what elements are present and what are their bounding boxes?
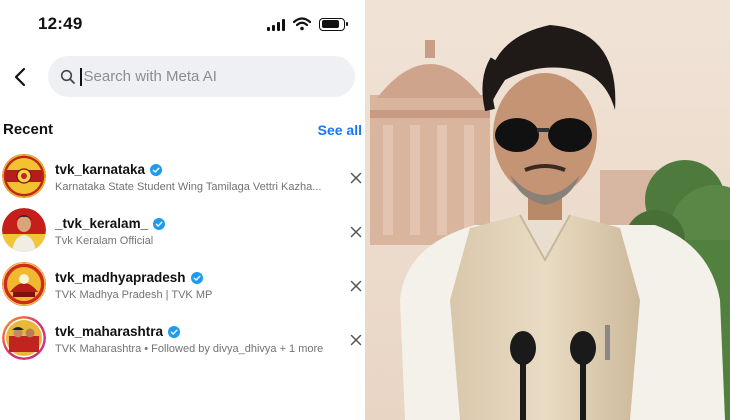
account-subtitle: TVK Maharashtra • Followed by divya_dhiv… xyxy=(55,343,324,355)
item-text: _tvk_keralam_ Tvk Keralam Official xyxy=(55,216,166,247)
search-input[interactable] xyxy=(83,68,324,85)
news-photo xyxy=(365,0,730,420)
username: tvk_karnataka xyxy=(55,162,146,177)
close-icon[interactable] xyxy=(350,226,362,238)
text-cursor xyxy=(80,67,82,86)
list-item[interactable]: _tvk_keralam_ Tvk Keralam Official xyxy=(0,204,365,258)
verified-badge-icon xyxy=(190,271,203,284)
item-text: tvk_karnataka Karnataka State Student Wi… xyxy=(55,162,321,193)
status-bar: 12:49 xyxy=(0,0,365,50)
recent-heading: Recent xyxy=(3,121,54,138)
list-item[interactable]: tvk_madhyapradesh TVK Madhya Pradesh | T… xyxy=(0,258,365,312)
phone-screen: 12:49 Recent See all xyxy=(0,0,365,420)
search-bar[interactable] xyxy=(48,56,355,97)
close-icon[interactable] xyxy=(350,334,362,346)
username-row: tvk_maharashtra xyxy=(55,324,323,339)
verified-badge-icon xyxy=(168,325,181,338)
back-arrow-icon xyxy=(14,67,26,87)
username: tvk_madhyapradesh xyxy=(55,270,186,285)
close-icon[interactable] xyxy=(350,172,362,184)
list-item[interactable]: tvk_maharashtra TVK Maharashtra • Follow… xyxy=(0,312,365,366)
back-button[interactable] xyxy=(6,62,34,92)
status-icons xyxy=(267,17,348,31)
wifi-icon xyxy=(293,17,311,31)
account-subtitle: Karnataka State Student Wing Tamilaga Ve… xyxy=(55,181,322,193)
battery-fill xyxy=(321,20,340,28)
avatar xyxy=(2,154,46,198)
username-row: tvk_karnataka xyxy=(55,162,321,177)
verified-badge-icon xyxy=(153,217,166,230)
close-icon[interactable] xyxy=(350,280,362,292)
verified-badge-icon xyxy=(150,163,163,176)
username: _tvk_keralam_ xyxy=(55,216,149,231)
recent-list: tvk_karnataka Karnataka State Student Wi… xyxy=(0,150,365,366)
avatar xyxy=(2,262,46,306)
avatar xyxy=(2,316,46,360)
username-row: _tvk_keralam_ xyxy=(55,216,166,231)
item-text: tvk_maharashtra TVK Maharashtra • Follow… xyxy=(55,324,323,355)
item-text: tvk_madhyapradesh TVK Madhya Pradesh | T… xyxy=(55,270,212,301)
list-item[interactable]: tvk_karnataka Karnataka State Student Wi… xyxy=(0,150,365,204)
username-row: tvk_madhyapradesh xyxy=(55,270,212,285)
battery-icon xyxy=(319,17,348,31)
see-all-link[interactable]: See all xyxy=(318,122,362,138)
status-time: 12:49 xyxy=(38,14,83,33)
avatar xyxy=(2,208,46,252)
account-subtitle: TVK Madhya Pradesh | TVK MP xyxy=(55,289,213,301)
search-icon xyxy=(60,69,75,84)
username: tvk_maharashtra xyxy=(55,324,164,339)
signal-icon xyxy=(267,18,285,31)
account-subtitle: Tvk Keralam Official xyxy=(55,235,154,247)
